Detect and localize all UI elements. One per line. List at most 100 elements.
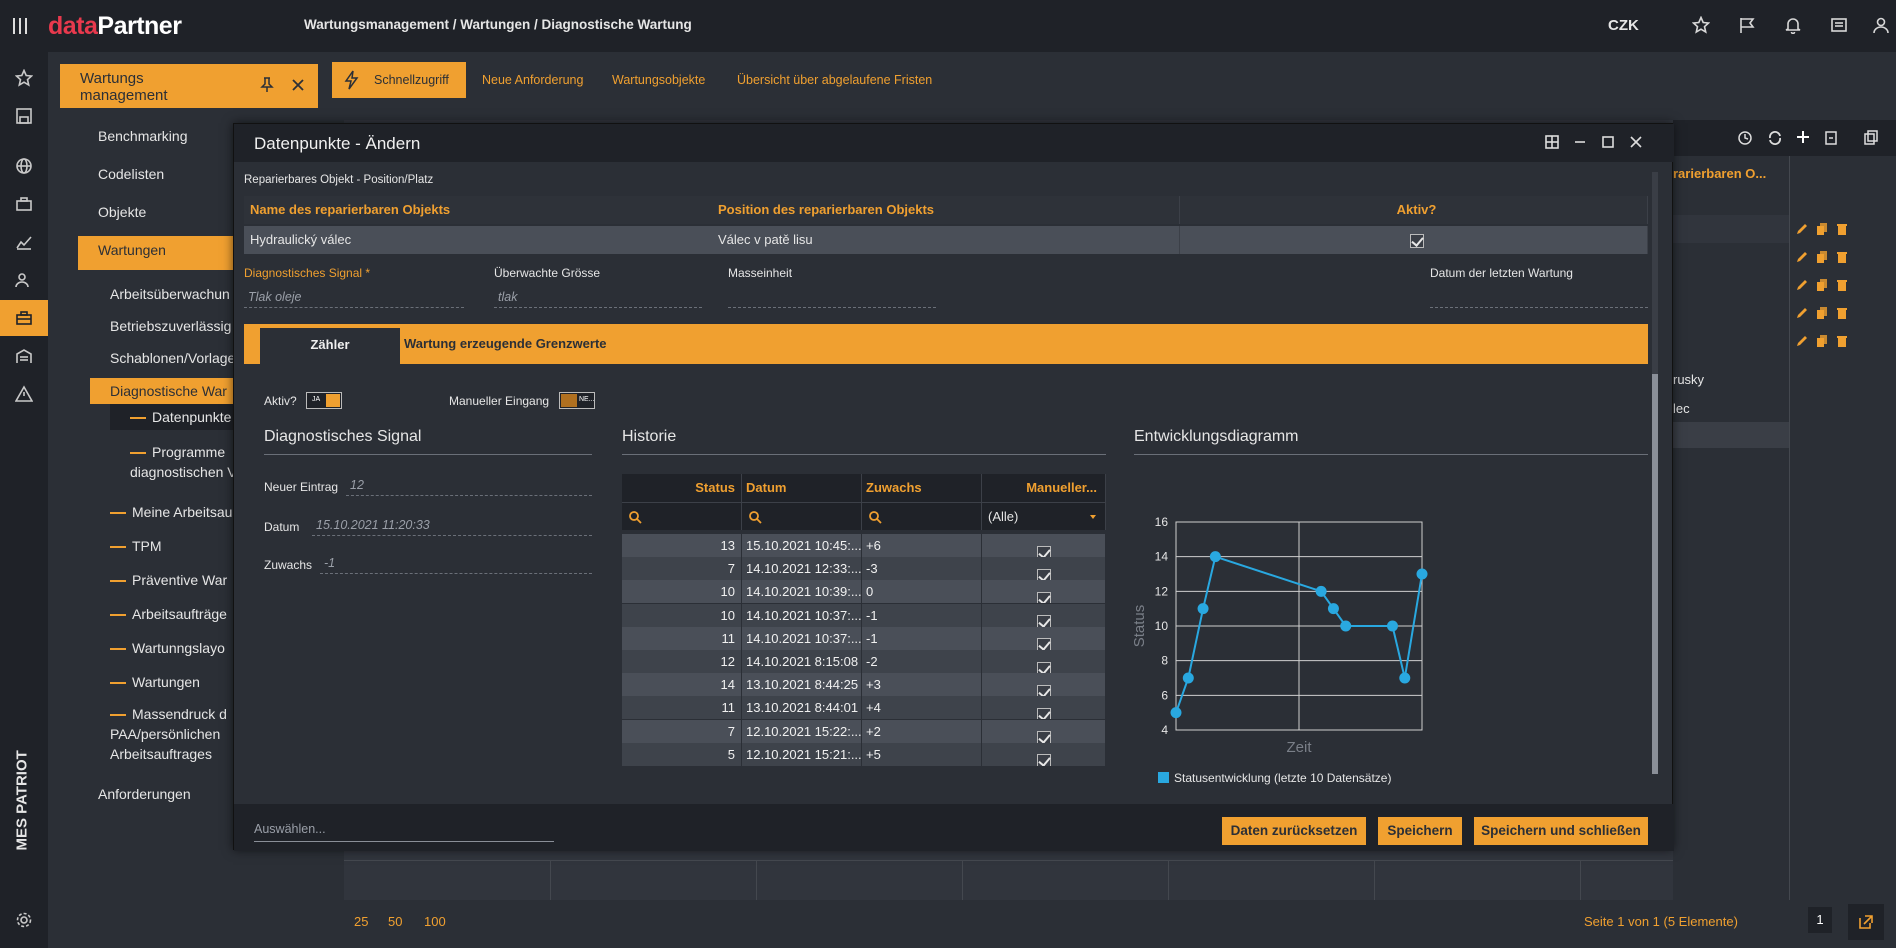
cell-zuwachs[interactable]: -2	[862, 650, 982, 673]
manual-checkbox[interactable]	[1036, 545, 1051, 557]
cell-datum[interactable]: 14.10.2021 10:39:...	[742, 580, 862, 604]
cell-datum[interactable]: 15.10.2021 10:45:...	[742, 534, 862, 557]
cell-datum[interactable]: 14.10.2021 10:37:...	[742, 603, 862, 627]
table-row[interactable]: 14 13.10.2021 8:44:25 +3	[622, 673, 1106, 697]
cell-manuell[interactable]	[982, 719, 1106, 743]
cell-status[interactable]: 7	[622, 719, 742, 743]
sidebar-item-anforderungen[interactable]: Anforderungen	[98, 786, 191, 802]
save-icon[interactable]	[12, 104, 36, 128]
manual-checkbox[interactable]	[1036, 591, 1051, 604]
scrollbar-thumb[interactable]	[1652, 374, 1658, 774]
list-icon[interactable]	[1830, 16, 1850, 36]
page-size-100[interactable]: 100	[424, 914, 446, 929]
col-header-status[interactable]: Status	[622, 474, 742, 502]
page-size-50[interactable]: 50	[388, 914, 402, 929]
sidebar-item-meine-arbeitsauftraege[interactable]: Meine Arbeitsau	[110, 504, 232, 520]
col-header-name[interactable]: Name des reparierbaren Objekts	[244, 196, 714, 224]
cell-zuwachs[interactable]: +3	[862, 673, 982, 697]
last-maintenance-field[interactable]	[1430, 288, 1648, 308]
copy-icon[interactable]	[1815, 222, 1829, 236]
bell-icon[interactable]	[1784, 16, 1804, 36]
filter-zuwachs[interactable]	[862, 502, 982, 530]
open-external-icon[interactable]	[1848, 904, 1884, 940]
edit-icon[interactable]	[1795, 334, 1809, 348]
cell-status[interactable]: 10	[622, 603, 742, 627]
sidebar-item-benchmarking[interactable]: Benchmarking	[98, 128, 188, 144]
table-cell[interactable]: lec	[1673, 401, 1690, 416]
close-dialog-icon[interactable]	[1628, 134, 1646, 152]
cell-datum[interactable]: 12.10.2021 15:21:...	[742, 742, 862, 766]
sidebar-item-objekte[interactable]: Objekte	[98, 204, 146, 220]
cell-status[interactable]: 7	[622, 557, 742, 581]
manual-checkbox[interactable]	[1036, 684, 1051, 697]
toolbox-icon[interactable]	[12, 192, 36, 216]
cell-datum[interactable]: 14.10.2021 8:15:08	[742, 650, 862, 673]
cell-datum[interactable]: 13.10.2021 8:44:01	[742, 696, 862, 720]
filter-manuell-select[interactable]: (Alle)	[982, 502, 1106, 530]
cell-datum[interactable]: 14.10.2021 10:37:...	[742, 626, 862, 650]
edit-icon[interactable]	[1795, 250, 1809, 264]
settings-icon[interactable]	[12, 908, 36, 932]
col-header-manuell[interactable]: Manueller...	[982, 474, 1106, 502]
filter-datum[interactable]	[742, 502, 862, 530]
cell-zuwachs[interactable]: +5	[862, 742, 982, 766]
page-number[interactable]: 1	[1808, 907, 1832, 933]
table-row[interactable]: 7 12.10.2021 15:22:... +2	[622, 719, 1106, 743]
copy-icon[interactable]	[1815, 250, 1829, 264]
manual-checkbox[interactable]	[1036, 661, 1051, 673]
table-row[interactable]: 7 14.10.2021 12:33:... -3	[622, 557, 1106, 581]
delete-icon[interactable]	[1835, 222, 1849, 236]
cell-manuell[interactable]	[982, 696, 1106, 720]
warehouse-icon[interactable]	[12, 344, 36, 368]
page-size-25[interactable]: 25	[354, 914, 368, 929]
menu-icon[interactable]	[10, 16, 30, 36]
cell-datum[interactable]: 13.10.2021 8:44:25	[742, 673, 862, 697]
history-icon[interactable]	[1737, 130, 1753, 149]
columns-icon[interactable]	[1863, 130, 1879, 149]
cell-status[interactable]: 13	[622, 534, 742, 557]
new-entry-field[interactable]: 12	[346, 476, 592, 496]
edit-icon[interactable]	[1795, 278, 1809, 292]
unit-field[interactable]	[728, 288, 936, 308]
table-row[interactable]: 12 14.10.2021 8:15:08 -2	[622, 650, 1106, 673]
copy-icon[interactable]	[1815, 278, 1829, 292]
cell-zuwachs[interactable]: -1	[862, 626, 982, 650]
edit-icon[interactable]	[1795, 306, 1809, 320]
chart-icon[interactable]	[12, 230, 36, 254]
table-row[interactable]: 13 15.10.2021 10:45:... +6	[622, 534, 1106, 557]
delete-icon[interactable]	[1835, 334, 1849, 348]
cell-manuell[interactable]	[982, 580, 1106, 604]
maintenance-icon[interactable]	[0, 300, 48, 336]
sidebar-item-massendruck[interactable]: Massendruck d	[110, 706, 227, 722]
sidebar-item-arbeitsueberwachung[interactable]: Arbeitsüberwachun	[110, 286, 230, 302]
favorites-icon[interactable]	[12, 66, 36, 90]
grid-icon[interactable]	[1544, 134, 1562, 152]
manual-checkbox[interactable]	[1036, 707, 1051, 720]
cell-datum[interactable]: 12.10.2021 15:22:...	[742, 719, 862, 743]
table-row[interactable]: 11 14.10.2021 10:37:... -1	[622, 626, 1106, 650]
cell-manuell[interactable]	[982, 673, 1106, 697]
globe-icon[interactable]	[12, 154, 36, 178]
export-icon[interactable]	[1823, 130, 1839, 149]
delete-icon[interactable]	[1835, 306, 1849, 320]
table-row[interactable]: 10 14.10.2021 10:37:... -1	[622, 603, 1106, 627]
sidebar-item-schablonen[interactable]: Schablonen/Vorlage	[110, 350, 235, 366]
tab-grenzwerte[interactable]: Wartung erzeugende Grenzwerte	[404, 324, 607, 364]
filter-status[interactable]	[622, 502, 742, 530]
tab-wartungsobjekte[interactable]: Wartungsobjekte	[612, 62, 705, 98]
cell-zuwachs[interactable]: +6	[862, 534, 982, 557]
manual-checkbox[interactable]	[1036, 615, 1051, 627]
sidebar-item-arbeitsauftraege[interactable]: Arbeitsaufträge	[110, 606, 227, 622]
cell-zuwachs[interactable]: -1	[862, 603, 982, 627]
sidebar-item-wartungen-sub[interactable]: Wartungen	[110, 674, 200, 690]
cell-object-name[interactable]: Hydraulický válec	[244, 226, 714, 254]
cell-status[interactable]: 10	[622, 580, 742, 604]
user-icon[interactable]	[1872, 16, 1892, 36]
column-header[interactable]: rarierbaren O...	[1673, 166, 1766, 181]
table-row[interactable]: 10 14.10.2021 10:39:... 0	[622, 580, 1106, 604]
cell-manuell[interactable]	[982, 626, 1106, 650]
aktiv-checkbox[interactable]	[1409, 233, 1424, 248]
sidebar-item-wartungslayout[interactable]: Wartunngslayo	[110, 640, 225, 656]
tab-abgelaufene-fristen[interactable]: Übersicht über abgelaufene Fristen	[737, 62, 932, 98]
cell-object-position[interactable]: Válec v patě lisu	[712, 226, 1180, 254]
